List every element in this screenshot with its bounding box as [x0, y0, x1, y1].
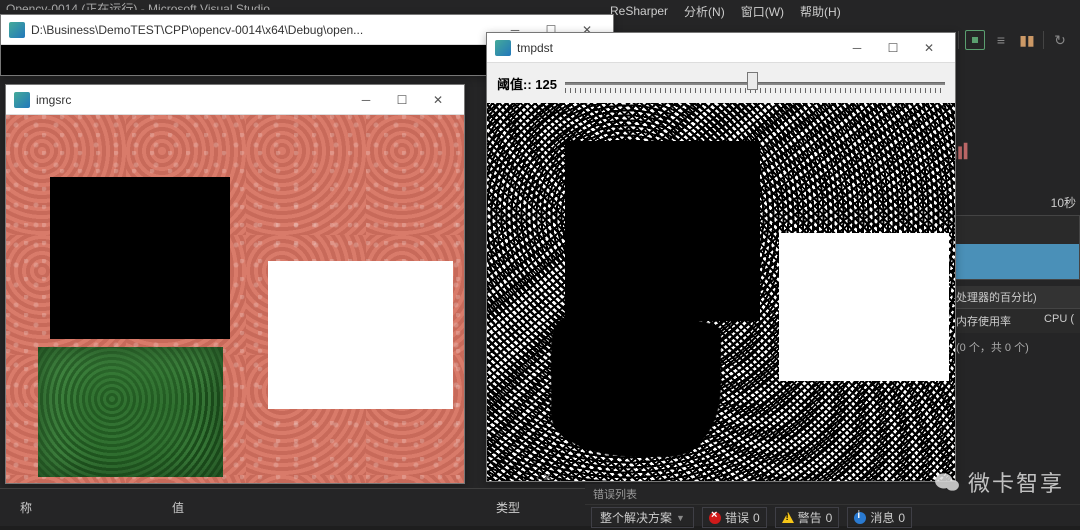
panel-close-icon[interactable]: ‹ ✕	[536, 471, 552, 484]
maximize-button[interactable]: ☐	[384, 88, 420, 112]
close-button[interactable]: ✕	[911, 36, 947, 60]
slider-thumb[interactable]	[747, 72, 758, 90]
diag-time-label: 10秒	[950, 194, 1080, 211]
toolbar-layout-icon[interactable]	[965, 30, 985, 50]
watch-col-type[interactable]: 类型	[476, 499, 540, 516]
cpu-column-label: CPU (	[1044, 313, 1074, 329]
imgsrc-title: imgsrc	[36, 93, 71, 107]
tmpdst-title: tmpdst	[517, 41, 553, 55]
tmpdst-window: tmpdst ─ ☐ ✕ 阈值:: 125	[486, 32, 956, 482]
watermark-text: 微卡智享	[968, 466, 1064, 498]
watch-col-name[interactable]: 称	[0, 499, 52, 516]
messages-count: 0	[898, 511, 905, 525]
dst-black-region-1	[565, 141, 760, 321]
menu-help[interactable]: 帮助(H)	[800, 3, 841, 20]
solution-scope-label: 整个解决方案	[600, 509, 672, 526]
menu-resharper[interactable]: ReSharper	[610, 4, 668, 18]
close-button[interactable]: ✕	[420, 88, 456, 112]
white-square-region	[268, 261, 453, 409]
dst-white-region	[779, 233, 949, 381]
maximize-button[interactable]: ☐	[875, 36, 911, 60]
warnings-count: 0	[826, 511, 833, 525]
window-icon	[495, 40, 511, 56]
menu-window[interactable]: 窗口(W)	[741, 3, 784, 20]
toolbar-separator	[1043, 31, 1044, 49]
dst-black-region-2	[551, 317, 721, 457]
black-square-region	[50, 177, 230, 339]
errors-label: 错误	[725, 509, 749, 526]
snapshot-count: (0 个，共 0 个)	[950, 333, 1080, 361]
solution-scope-dropdown[interactable]: 整个解决方案 ▼	[591, 507, 694, 528]
error-icon	[709, 512, 721, 524]
console-icon	[9, 22, 25, 38]
errors-count: 0	[753, 511, 760, 525]
errors-filter[interactable]: 错误 0	[702, 507, 767, 528]
minimize-button[interactable]: ─	[839, 36, 875, 60]
tmpdst-titlebar[interactable]: tmpdst ─ ☐ ✕	[487, 33, 955, 63]
cpu-bar	[951, 244, 1079, 279]
imgsrc-content	[6, 115, 464, 483]
tmpdst-content	[487, 103, 955, 481]
toolbar-bars-icon[interactable]: ▮▮	[1017, 30, 1037, 50]
green-square-region	[38, 347, 223, 477]
cpu-usage-graph[interactable]	[950, 215, 1080, 280]
watch-col-value[interactable]: 值	[152, 499, 204, 516]
threshold-label: 阈值:: 125	[497, 74, 557, 93]
chevron-down-icon: ▼	[676, 513, 685, 523]
console-title: D:\Business\DemoTEST\CPP\opencv-0014\x64…	[31, 23, 363, 37]
imgsrc-titlebar[interactable]: imgsrc ─ ☐ ✕	[6, 85, 464, 115]
memory-row[interactable]: 内存使用率 CPU (	[950, 309, 1080, 333]
wechat-icon	[934, 471, 960, 493]
toolbar-separator	[958, 31, 959, 49]
messages-label: 消息	[870, 509, 894, 526]
cpu-percent-label: 处理器的百分比)	[950, 286, 1080, 309]
window-icon	[14, 92, 30, 108]
warnings-label: 警告	[798, 509, 822, 526]
warnings-filter[interactable]: 警告 0	[775, 507, 840, 528]
memory-label: 内存使用率	[956, 313, 1011, 329]
messages-filter[interactable]: 消息 0	[847, 507, 912, 528]
warning-icon	[782, 512, 794, 523]
vs-title-text: Opencv-0014 (正在运行) - Microsoft Visual St…	[6, 2, 270, 10]
imgsrc-window: imgsrc ─ ☐ ✕	[5, 84, 465, 484]
minimize-button[interactable]: ─	[348, 88, 384, 112]
info-icon	[854, 512, 866, 524]
toolbar-list-icon[interactable]: ≡	[991, 30, 1011, 50]
watermark: 微卡智享	[934, 466, 1064, 498]
menu-analyze[interactable]: 分析(N)	[684, 3, 725, 20]
diagnostic-panel: 10秒 处理器的百分比) 内存使用率 CPU ( (0 个，共 0 个)	[950, 140, 1080, 361]
threshold-trackbar-row: 阈值:: 125	[487, 63, 955, 103]
threshold-slider[interactable]	[565, 72, 945, 94]
vs-menubar: ReSharper 分析(N) 窗口(W) 帮助(H)	[560, 0, 1080, 22]
toolbar-refresh-icon[interactable]: ↻	[1050, 30, 1070, 50]
